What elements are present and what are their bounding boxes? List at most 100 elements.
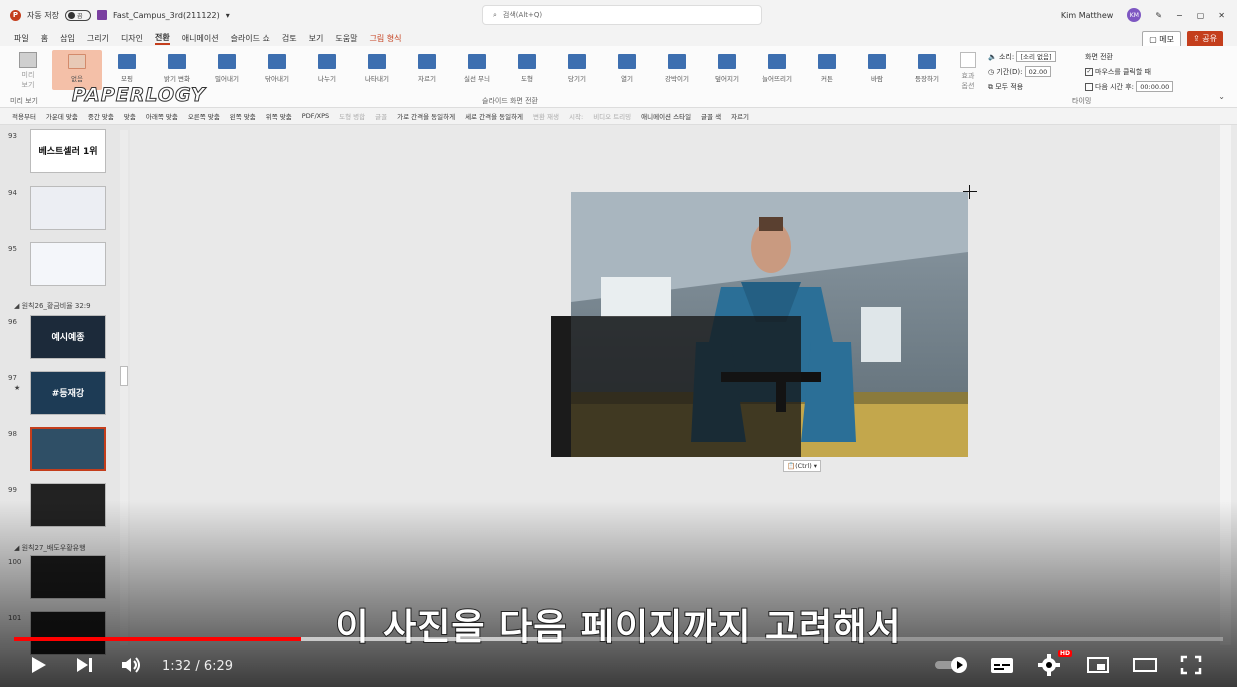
qat-item-6[interactable]: 왼쪽 맞춤 <box>230 111 256 121</box>
qat-item-9[interactable]: 도형 병합 <box>339 111 365 121</box>
tab-3[interactable]: 그리기 <box>87 33 109 44</box>
transition-item-12[interactable]: 강박이기 <box>652 50 702 90</box>
subtitles-button[interactable] <box>990 653 1014 677</box>
transition-label: 자르기 <box>418 75 436 83</box>
transition-item-8[interactable]: 실선 무늬 <box>452 50 502 90</box>
theater-mode-button[interactable] <box>1132 653 1158 677</box>
transition-item-10[interactable]: 당기기 <box>552 50 602 90</box>
after-checkbox[interactable]: 다음 시간 후: 00:00.00 <box>1085 80 1174 95</box>
apply-all-button[interactable]: ⧉ 모두 적용 <box>988 80 1056 95</box>
tab-5[interactable]: 전환 <box>155 32 170 45</box>
transition-label: 커튼 <box>821 75 833 83</box>
slide-number: 95 <box>8 245 17 253</box>
transition-label: 도형 <box>521 75 533 83</box>
slide-thumbnail[interactable] <box>30 242 106 286</box>
volume-button[interactable] <box>120 653 142 677</box>
transition-label: 없음 <box>71 75 83 83</box>
transition-item-16[interactable]: 바람 <box>852 50 902 90</box>
miniplayer-button[interactable] <box>1086 653 1110 677</box>
play-button[interactable] <box>28 653 48 677</box>
slide-number: 96 <box>8 318 17 326</box>
qat-item-11[interactable]: 가로 간격을 동일하게 <box>397 111 455 121</box>
transition-item-14[interactable]: 늘어뜨리기 <box>752 50 802 90</box>
transition-icon <box>468 54 486 69</box>
settings-button[interactable] <box>1038 653 1060 677</box>
transition-label: 실선 무늬 <box>464 75 490 83</box>
slide-thumbnail[interactable] <box>30 427 106 471</box>
transition-icon <box>768 54 786 69</box>
tab-8[interactable]: 검토 <box>282 33 297 44</box>
qat-item-5[interactable]: 오른쪽 맞춤 <box>188 111 220 121</box>
subtitles-icon <box>991 658 1013 673</box>
section-header[interactable]: ◢ 원칙26_황금비율 32:9 <box>14 301 91 311</box>
next-button[interactable] <box>74 653 94 677</box>
transition-item-4[interactable]: 닦아내기 <box>252 50 302 90</box>
qat-item-13[interactable]: 변환 재생 <box>533 111 559 121</box>
after-time-input[interactable]: 00:00.00 <box>1136 81 1174 92</box>
save-icon[interactable] <box>96 10 107 20</box>
dark-overlay-rectangle[interactable] <box>551 316 801 457</box>
avatar[interactable]: KM <box>1127 8 1142 22</box>
transition-icon <box>718 54 736 69</box>
fullscreen-button[interactable] <box>1180 653 1202 677</box>
transition-item-3[interactable]: 밀어내기 <box>202 50 252 90</box>
transition-item-11[interactable]: 열기 <box>602 50 652 90</box>
tab-9[interactable]: 보기 <box>309 33 324 44</box>
qat-item-2[interactable]: 중간 맞춤 <box>88 111 114 121</box>
tab-0[interactable]: 파일 <box>14 33 29 44</box>
tab-2[interactable]: 삽입 <box>60 33 75 44</box>
autosave-toggle[interactable]: 끔 <box>64 9 91 21</box>
ribbon-collapse-icon[interactable]: ⌄ <box>1218 92 1225 101</box>
search-input[interactable]: ⌕ 검색(Alt+Q) <box>482 5 762 25</box>
qat-item-8[interactable]: PDF/XPS <box>302 112 329 120</box>
preview-button[interactable]: 미리 보기 <box>8 52 48 90</box>
qat-item-0[interactable]: 적용부터 <box>12 111 36 121</box>
tab-11[interactable]: 그림 형식 <box>369 33 401 44</box>
pen-icon[interactable]: ✎ <box>1155 11 1162 20</box>
effect-options-button[interactable]: 효과 옵션 <box>953 52 983 91</box>
restore-icon[interactable]: ▢ <box>1197 11 1205 20</box>
transition-item-17[interactable]: 등장하기 <box>902 50 952 90</box>
qat-item-3[interactable]: 맞춤 <box>124 111 136 121</box>
qat-item-16[interactable]: 애니메이션 스타일 <box>641 111 691 121</box>
chevron-down-icon[interactable]: ▾ <box>226 11 230 20</box>
transition-item-13[interactable]: 덮어지기 <box>702 50 752 90</box>
close-icon[interactable]: ✕ <box>1218 11 1225 20</box>
qat-item-7[interactable]: 위쪽 맞춤 <box>266 111 292 121</box>
tab-7[interactable]: 슬라이드 쇼 <box>231 33 270 44</box>
slide-thumbnail[interactable]: #등재강 <box>30 371 106 415</box>
slide-thumbnail[interactable]: 예시예종 <box>30 315 106 359</box>
duration-input[interactable]: 02.00 <box>1024 66 1052 77</box>
qat-item-10[interactable]: 글꼴 <box>375 111 387 121</box>
transition-item-7[interactable]: 자르기 <box>402 50 452 90</box>
sound-select[interactable]: [소리 없음] <box>1016 51 1056 62</box>
tab-1[interactable]: 홈 <box>41 33 48 44</box>
timing-group-label: 타이밍 <box>1072 97 1092 105</box>
paste-options-button[interactable]: 📋(Ctrl) ▾ <box>783 460 822 472</box>
autoplay-toggle[interactable] <box>934 653 970 677</box>
file-name[interactable]: Fast_Campus_3rd(211122) <box>113 11 220 20</box>
transition-icon <box>168 54 186 69</box>
slide-thumbnail[interactable]: 베스트셀러 1위 <box>30 129 106 173</box>
qat-item-1[interactable]: 가운데 맞춤 <box>46 111 78 121</box>
qat-item-17[interactable]: 글꼴 색 <box>701 111 721 121</box>
qat-item-12[interactable]: 세로 간격을 동일하게 <box>465 111 523 121</box>
timing-group: 🔈 소리: [소리 없음] ◷ 기간(D): 02.00 ⧉ 모두 적용 <box>988 50 1056 95</box>
tab-10[interactable]: 도움말 <box>335 33 357 44</box>
tab-6[interactable]: 애니메이션 <box>182 33 219 44</box>
qat-item-18[interactable]: 자르기 <box>731 111 749 121</box>
preview-group-label: 미리 보기 <box>10 97 38 105</box>
minimize-icon[interactable]: − <box>1176 11 1183 20</box>
qat-item-15[interactable]: 비디오 트리밍 <box>593 111 631 121</box>
slide-thumbnail[interactable] <box>30 186 106 230</box>
progress-bar[interactable] <box>14 637 1223 641</box>
transition-item-9[interactable]: 도형 <box>502 50 552 90</box>
tab-4[interactable]: 디자인 <box>121 33 143 44</box>
qat-item-14[interactable]: 시작: <box>569 111 583 121</box>
transition-item-5[interactable]: 나누기 <box>302 50 352 90</box>
on-click-checkbox[interactable]: ✓ 마우스를 클릭할 때 <box>1085 65 1173 80</box>
transition-item-15[interactable]: 커튼 <box>802 50 852 90</box>
preview-icon <box>19 52 37 68</box>
transition-item-6[interactable]: 나타내기 <box>352 50 402 90</box>
qat-item-4[interactable]: 아래쪽 맞춤 <box>146 111 178 121</box>
